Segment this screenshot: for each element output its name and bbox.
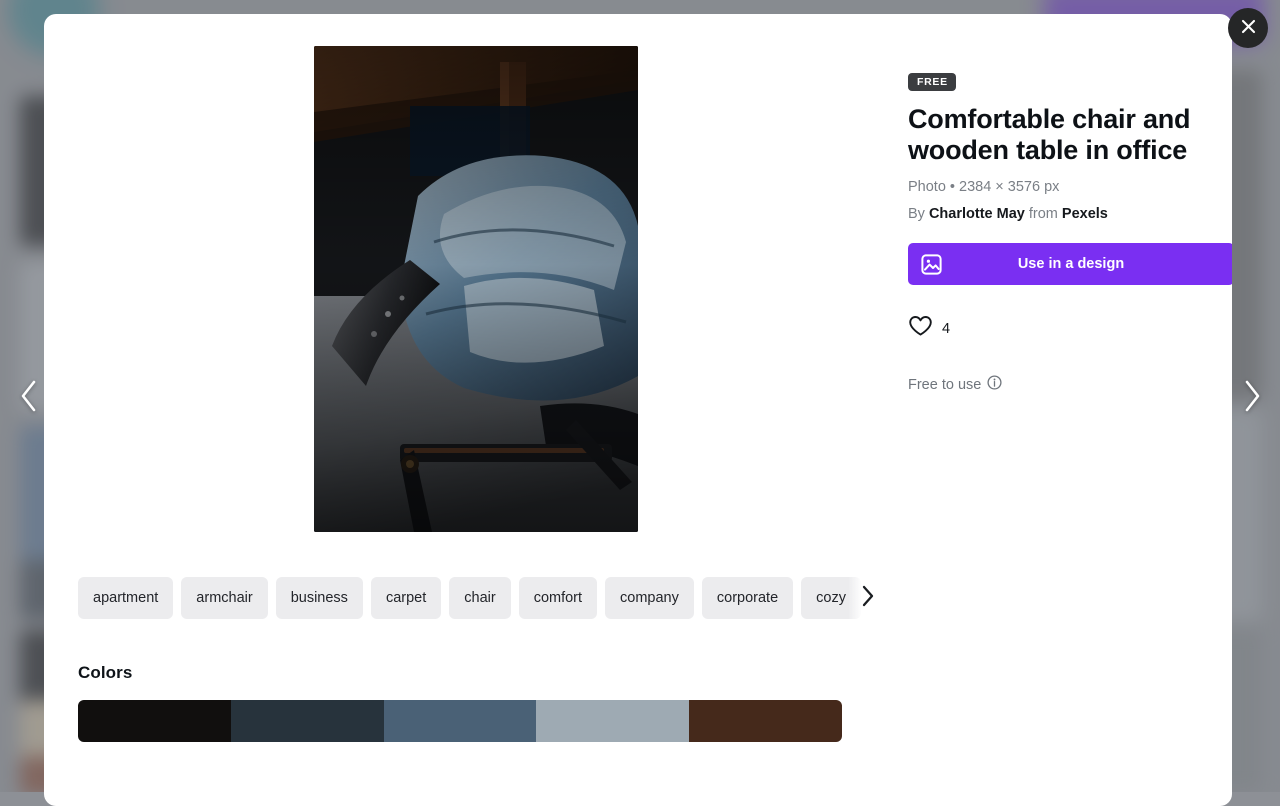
tag-chip[interactable]: apartment xyxy=(78,577,173,619)
chevron-right-icon xyxy=(861,585,874,612)
author-source[interactable]: Pexels xyxy=(1062,206,1108,222)
tag-chip[interactable]: company xyxy=(605,577,694,619)
tag-chip[interactable]: corporate xyxy=(702,577,793,619)
author-prefix: By xyxy=(908,206,925,222)
preview-image[interactable] xyxy=(314,46,638,532)
tag-chip[interactable]: business xyxy=(276,577,363,619)
image-meta: Photo • 2384 × 3576 px xyxy=(908,179,1232,195)
license-note: Free to use xyxy=(908,375,1232,394)
color-swatch[interactable] xyxy=(78,700,231,742)
info-icon[interactable] xyxy=(987,375,1002,394)
tag-chip[interactable]: armchair xyxy=(181,577,267,619)
previous-image-button[interactable] xyxy=(0,0,56,792)
modal-left-column: apartment armchair business carpet chair… xyxy=(78,46,874,742)
tags-scroll-next-button[interactable] xyxy=(848,577,874,619)
free-badge: FREE xyxy=(908,73,956,91)
next-image-button[interactable] xyxy=(1224,0,1280,792)
tag-chip[interactable]: carpet xyxy=(371,577,441,619)
chevron-right-icon xyxy=(1241,379,1263,413)
author-middle: from xyxy=(1029,206,1058,222)
close-modal-button[interactable] xyxy=(1228,8,1268,48)
image-detail-modal: apartment armchair business carpet chair… xyxy=(44,14,1232,806)
photo-artwork xyxy=(314,46,638,532)
colors-heading: Colors xyxy=(78,663,874,683)
color-swatch[interactable] xyxy=(384,700,537,742)
author-line: By Charlotte May from Pexels xyxy=(908,206,1232,222)
image-icon xyxy=(921,254,942,275)
license-label: Free to use xyxy=(908,377,981,393)
like-button[interactable]: 4 xyxy=(908,315,950,342)
color-swatch[interactable] xyxy=(231,700,384,742)
color-swatch[interactable] xyxy=(689,700,842,742)
chevron-left-icon xyxy=(17,379,39,413)
use-in-a-design-label: Use in a design xyxy=(908,256,1232,272)
like-count: 4 xyxy=(942,321,950,337)
page-title: Comfortable chair and wooden table in of… xyxy=(908,104,1193,166)
heart-icon xyxy=(908,315,933,342)
modal-right-column: FREE Comfortable chair and wooden table … xyxy=(874,46,1232,394)
author-name[interactable]: Charlotte May xyxy=(929,206,1025,222)
tags-list: apartment armchair business carpet chair… xyxy=(78,577,874,619)
close-icon xyxy=(1241,19,1256,37)
use-in-a-design-button[interactable]: Use in a design xyxy=(908,243,1232,285)
color-swatch[interactable] xyxy=(536,700,689,742)
color-swatches xyxy=(78,700,842,742)
tag-chip[interactable]: chair xyxy=(449,577,510,619)
tag-chip[interactable]: comfort xyxy=(519,577,597,619)
